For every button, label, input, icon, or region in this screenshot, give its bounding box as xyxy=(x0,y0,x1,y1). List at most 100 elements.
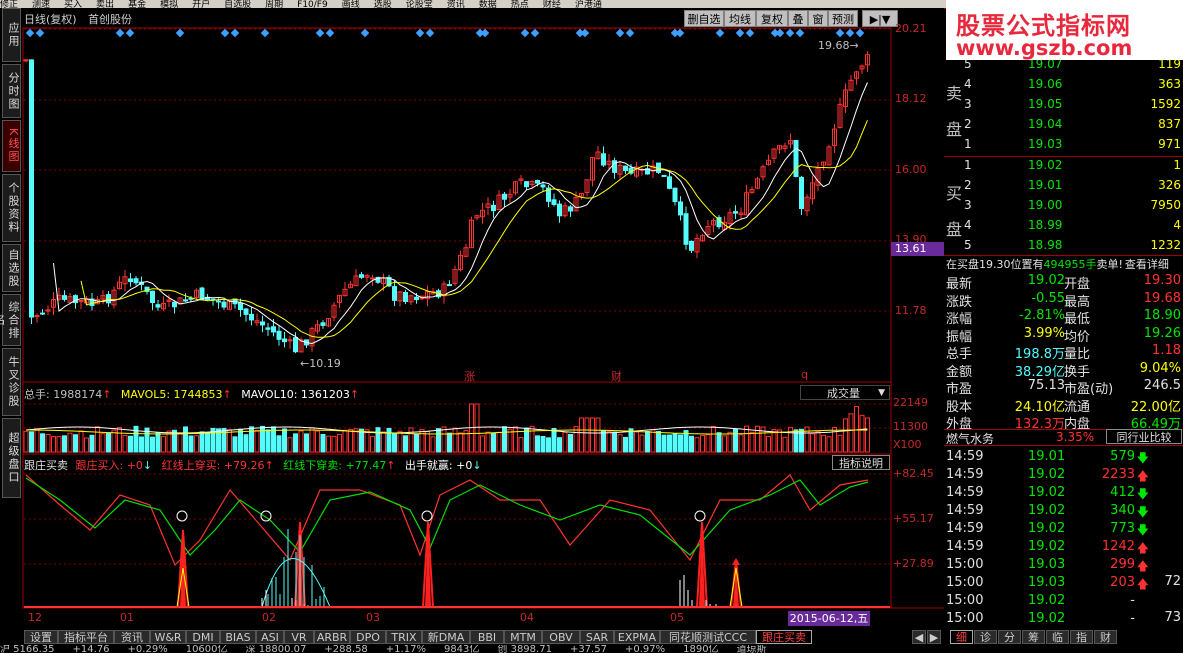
buy-level-row[interactable]: 2 19.01 326 xyxy=(944,177,1183,195)
indicator-tab[interactable]: DPO xyxy=(350,630,386,644)
indicator-tab[interactable]: SAR xyxy=(580,630,614,644)
indicator-tab[interactable]: VR xyxy=(284,630,314,644)
red-cross-value: 红线上穿买: +79.26 xyxy=(161,459,265,472)
indicator-tab[interactable]: EXPMA xyxy=(614,630,660,644)
buy-level-row[interactable]: 4 18.99 4 xyxy=(944,217,1183,235)
quote-view-tab[interactable]: 临 xyxy=(1046,630,1069,644)
volume-bar xyxy=(788,426,793,453)
quote-view-tab[interactable]: 指 xyxy=(1070,630,1093,644)
level-price: 19.05 xyxy=(1028,97,1063,111)
volume-bar xyxy=(381,431,386,453)
indicator-tab[interactable]: ARBR xyxy=(314,630,350,644)
mavol5: MAVOL5: 1744853 xyxy=(120,388,223,401)
tick-volume: 340 xyxy=(1110,503,1135,518)
sell-level-row[interactable]: 1 19.03 971 xyxy=(944,136,1183,154)
indicator-tab[interactable]: 新DMA xyxy=(422,630,470,644)
stat-row: 股本 24.10亿 流通 22.00亿 xyxy=(944,395,1183,415)
kline-chart-area[interactable] xyxy=(0,0,944,630)
volume-bar xyxy=(672,433,678,453)
candle-body xyxy=(62,295,67,300)
signal-diamond xyxy=(360,28,370,38)
indicator-tab[interactable]: BBI xyxy=(470,630,504,644)
time-axis-label: 03 xyxy=(366,611,380,624)
level-number: 4 xyxy=(964,77,972,91)
tick-extra: 72 xyxy=(1164,574,1181,589)
indicator-tab[interactable]: 设置 xyxy=(24,630,58,644)
volume-bar xyxy=(254,429,260,453)
candle-body xyxy=(601,153,606,166)
sell-level-row[interactable]: 4 19.06 363 xyxy=(944,76,1183,94)
indicator-tab[interactable]: MTM xyxy=(504,630,542,644)
tab-scroll-right[interactable]: ▶ xyxy=(927,630,941,644)
buy-level-row[interactable]: 5 18.98 1232 xyxy=(944,237,1183,255)
volume-bar xyxy=(848,413,854,453)
indicator-tab[interactable]: ASI xyxy=(256,630,284,644)
sell-level-row[interactable]: 3 19.05 1592 xyxy=(944,96,1183,114)
signal-diamond xyxy=(745,28,755,38)
signal-circle xyxy=(421,510,433,522)
stat-value: 19.30 xyxy=(1143,273,1181,288)
stat-value: 19.68 xyxy=(1143,290,1181,306)
indicator-tab[interactable]: 指标平台 xyxy=(58,630,114,644)
quote-view-tab[interactable]: 诊 xyxy=(974,630,997,644)
buy-level-row[interactable]: 1 19.02 1 xyxy=(944,157,1183,175)
toolbar-nav-icon[interactable]: ▶|▼ xyxy=(862,10,898,27)
indicator-axis-label: +27.89 xyxy=(893,557,934,570)
sell-level-row[interactable]: 2 19.04 837 xyxy=(944,116,1183,134)
volume-bar xyxy=(590,417,595,453)
quote-view-tab[interactable]: 筹 xyxy=(1022,630,1045,644)
event-marker[interactable]: 财 xyxy=(611,368,622,384)
toolbar-button-2[interactable]: 复权 xyxy=(756,10,788,27)
divider xyxy=(944,445,1183,446)
indicator-tab[interactable]: 资讯 xyxy=(114,630,150,644)
indicator-tab[interactable]: OBV xyxy=(542,630,580,644)
signal-diamond xyxy=(580,28,590,38)
indicator-tab[interactable]: DMI xyxy=(186,630,220,644)
signal-diamond xyxy=(615,28,625,38)
indicator-tab[interactable]: W&R xyxy=(150,630,186,644)
toolbar-button-3[interactable]: 叠 xyxy=(788,10,808,27)
candle-body xyxy=(403,292,408,302)
level-number: 1 xyxy=(964,137,972,151)
toolbar-button-1[interactable]: 均线 xyxy=(724,10,756,27)
volume-indicator-selector[interactable]: 成交量 ▼ xyxy=(800,385,890,400)
indicator-tab[interactable]: 跟庄买卖 xyxy=(756,630,812,644)
volume-bar xyxy=(859,414,865,453)
quote-view-tab[interactable]: 分 xyxy=(998,630,1021,644)
tab-scroll-left[interactable]: ◀ xyxy=(912,630,926,644)
volume-bar xyxy=(480,435,485,453)
volume-bar xyxy=(540,436,546,453)
big-order-notice[interactable]: 在买盘19.30位置有494955手卖单! 查看详细 xyxy=(946,256,1169,272)
volume-bar xyxy=(337,433,342,453)
quote-view-tab[interactable]: 财 xyxy=(1094,630,1117,644)
high-annotation: 19.68→ xyxy=(818,39,859,52)
buy-level-row[interactable]: 3 19.00 7950 xyxy=(944,197,1183,215)
notice-prefix: 在买盘19.30位置有 xyxy=(946,258,1044,271)
sector-compare-button[interactable]: 同行业比较 xyxy=(1106,429,1182,444)
level-number: 1 xyxy=(964,158,972,172)
event-marker[interactable]: 涨 xyxy=(464,368,475,384)
status-item: 9843亿 xyxy=(443,645,480,653)
signal-diamond xyxy=(625,28,635,38)
signal-diamond xyxy=(220,28,230,38)
volume-bar xyxy=(403,435,408,453)
status-item: +288.58 xyxy=(324,645,368,653)
signal-diamond xyxy=(260,28,270,38)
tick-row: 15:00 19.03 299 🡅 xyxy=(944,556,1183,574)
status-item: 深 18800.07 xyxy=(245,645,307,653)
toolbar-button-4[interactable]: 窗 xyxy=(808,10,828,27)
candle-body xyxy=(243,308,249,315)
toolbar-button-5[interactable]: 预测 xyxy=(828,10,858,27)
volume-bar xyxy=(375,427,381,453)
indicator-tab[interactable]: BIAS xyxy=(220,630,256,644)
quote-view-tab[interactable]: 细 xyxy=(950,630,973,644)
event-marker[interactable]: q xyxy=(801,368,808,381)
indicator-tab[interactable]: TRIX xyxy=(386,630,422,644)
indicator-tab[interactable]: 同花顺测试CCC xyxy=(660,630,756,644)
toolbar-button-0[interactable]: 删自选 xyxy=(684,10,724,27)
level-volume: 1592 xyxy=(1150,97,1181,111)
stat-value: 1.18 xyxy=(1152,343,1181,358)
volume-bar xyxy=(826,436,832,453)
indicator-help-button[interactable]: 指标说明 xyxy=(832,455,890,470)
notice-link[interactable]: 查看详细 xyxy=(1125,258,1169,271)
